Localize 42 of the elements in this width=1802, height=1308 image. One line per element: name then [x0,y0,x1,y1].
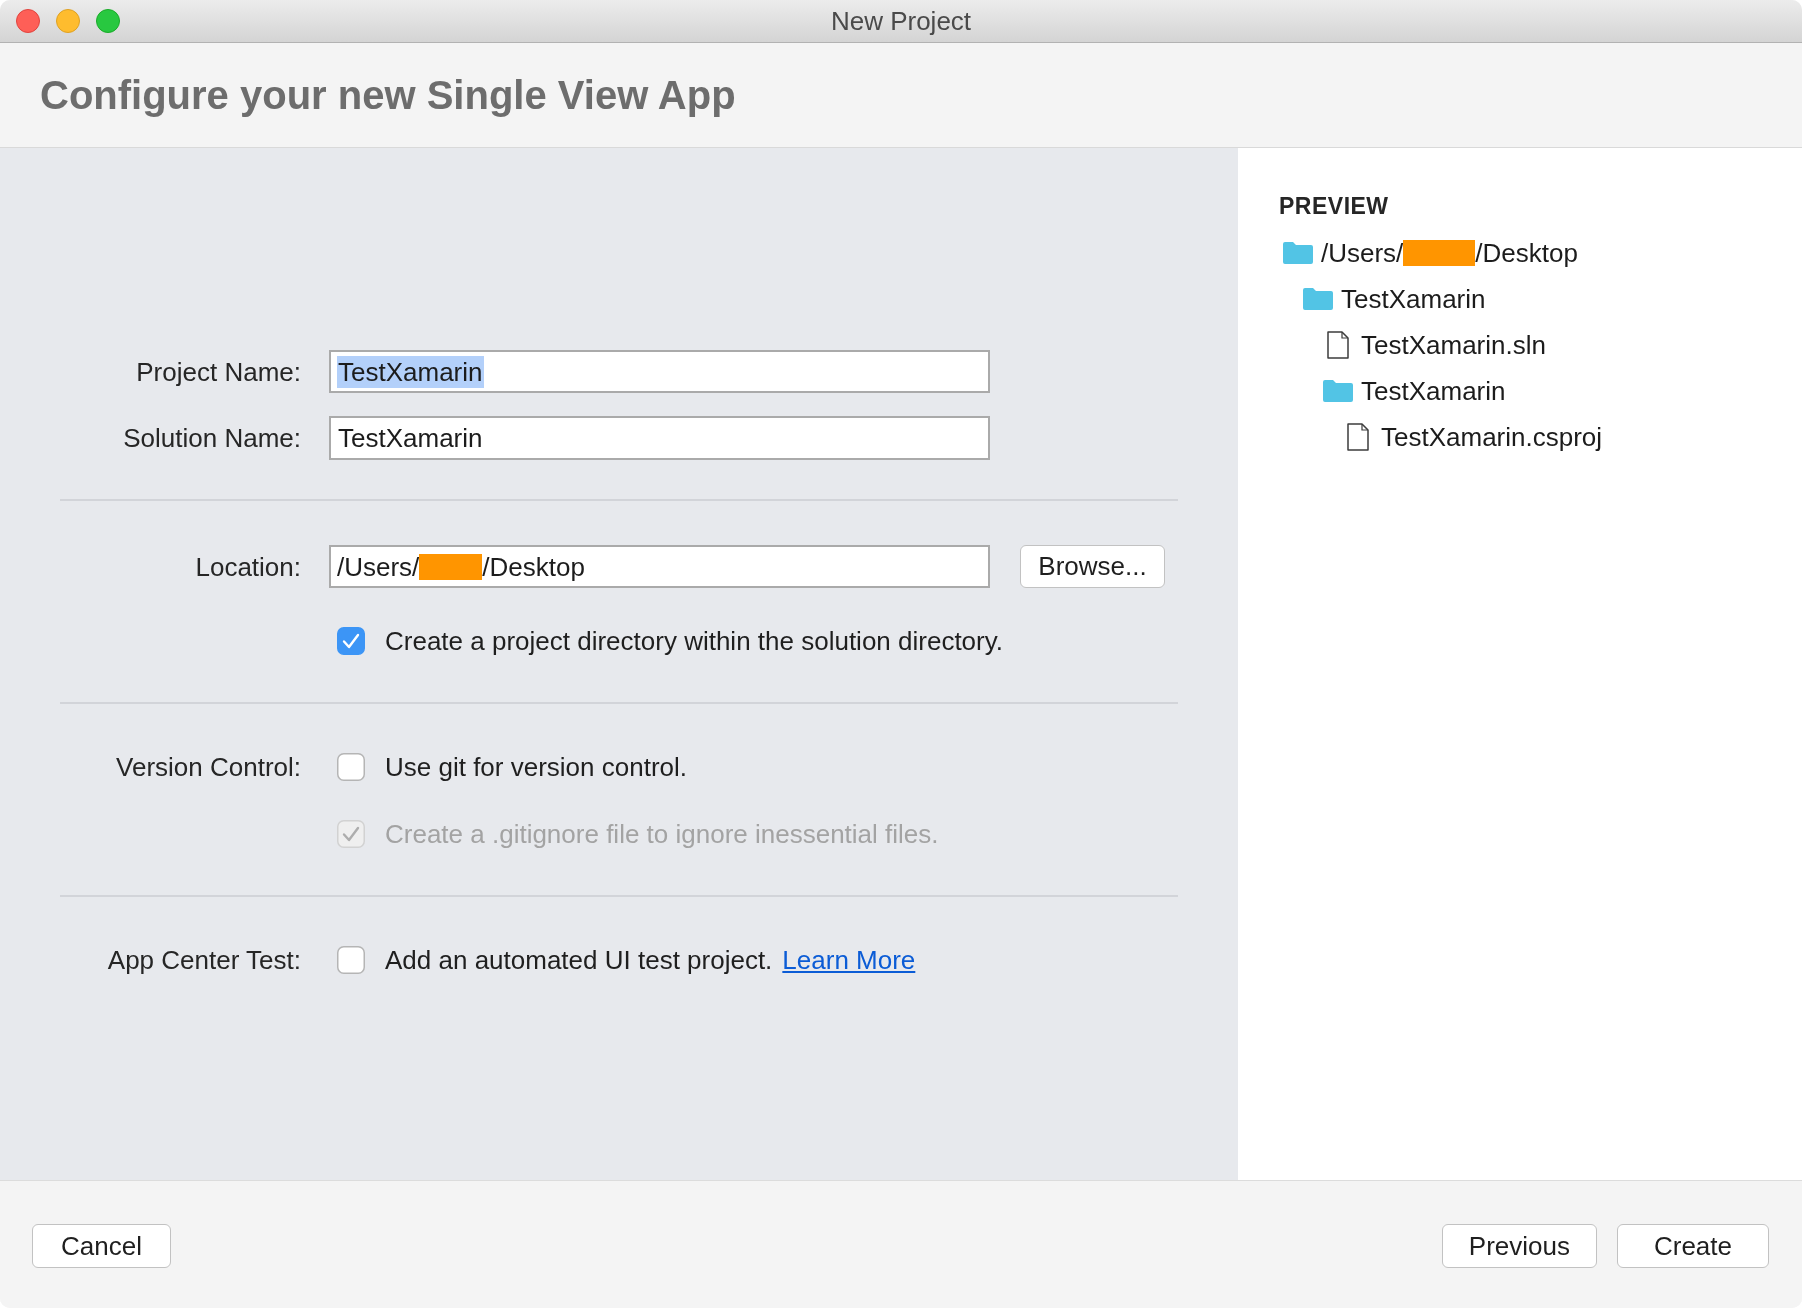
checkbox-label: Use git for version control. [385,752,687,782]
checkbox-label: Create a project directory within the solution directory. [385,626,1004,656]
file-icon [1347,423,1369,451]
preview-heading: PREVIEW [1279,192,1389,221]
dialog-button[interactable]: Cancel [32,1224,171,1268]
text-field[interactable]: /Users/ /Desktop [329,545,990,588]
maximize-button[interactable] [96,9,120,33]
text-field[interactable]: TestXamarin [329,350,990,393]
close-button[interactable] [16,9,40,33]
checkbox[interactable] [337,946,365,974]
checkbox-label: Add an automated UI test project. [385,945,773,975]
field-text: TestXamarin [337,355,484,388]
field-text: TestXamarin [337,422,484,454]
tree-item-label: TestXamarin.csproj [1381,421,1603,453]
field-label: Solution Name: [122,423,301,453]
tree-item-label: TestXamarin [1341,283,1486,315]
browse-button[interactable]: Browse... [1020,545,1165,588]
tree-item-label: TestXamarin [1361,375,1506,407]
text-field[interactable]: TestXamarin [329,416,990,460]
field-label: App Center Test: [106,945,301,975]
field-label: Location: [194,551,301,582]
page-title: Configure your new Single View App [40,72,736,118]
checkbox[interactable] [337,753,365,781]
learn-more-link[interactable]: Learn More [782,945,916,975]
dialog-button[interactable]: Create [1617,1224,1769,1268]
minimize-button[interactable] [56,9,80,33]
file-icon [1327,331,1349,359]
checkbox[interactable] [337,627,365,655]
folder-icon [1323,380,1353,402]
field-label: Version Control: [115,752,301,782]
path-text: /Desktop [482,550,585,583]
folder-icon [1283,242,1313,264]
redaction-block [419,553,483,580]
path-text: /Users/ [337,550,420,583]
path-text: /Users/ [1321,237,1404,269]
checkbox-label: Create a .gitignore file to ignore inessential files. [385,819,939,849]
tree-item-label: TestXamarin.sln [1361,329,1546,361]
window-title: New Project [830,6,972,36]
field-label: Project Name: [135,356,301,387]
dialog-button[interactable]: Previous [1441,1224,1597,1268]
path-text: /Desktop [1475,237,1578,269]
folder-icon [1303,288,1333,310]
